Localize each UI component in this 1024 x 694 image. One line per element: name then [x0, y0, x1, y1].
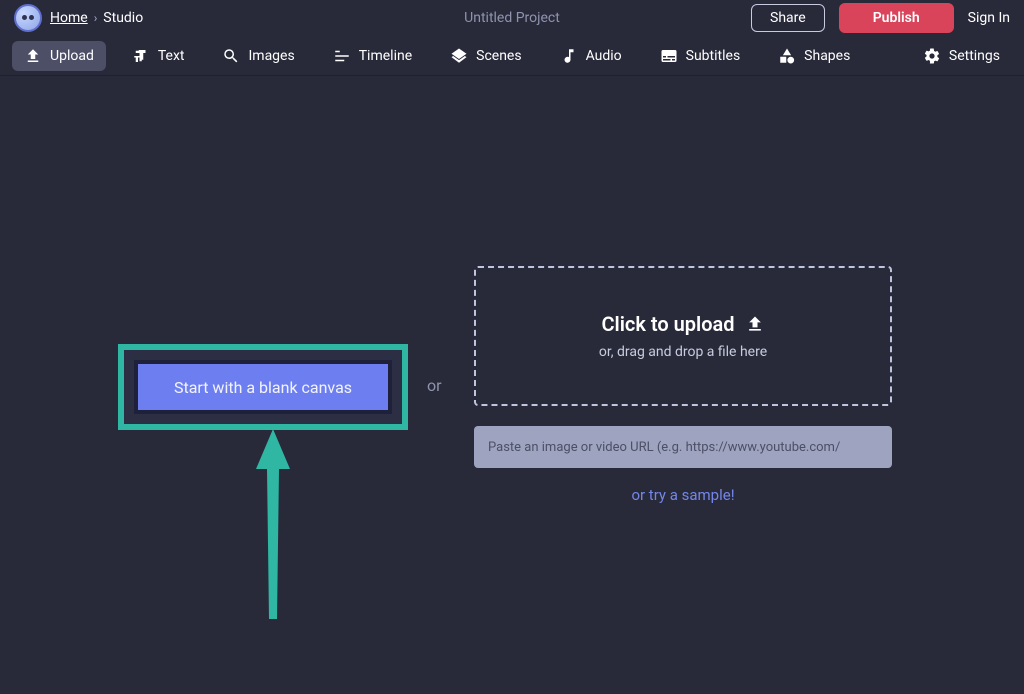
chevron-right-icon: ›	[94, 11, 98, 25]
music-note-icon	[560, 47, 578, 65]
sign-in-link[interactable]: Sign In	[968, 10, 1010, 26]
app-logo[interactable]	[14, 4, 42, 32]
dropzone-title: Click to upload	[601, 312, 734, 336]
tool-text[interactable]: Text	[120, 41, 197, 71]
tool-timeline[interactable]: Timeline	[321, 41, 424, 71]
breadcrumb-current: Studio	[103, 10, 143, 26]
upload-dropzone[interactable]: Click to upload or, drag and drop a file…	[474, 266, 892, 406]
tool-subtitles-label: Subtitles	[686, 48, 741, 64]
top-bar: Home › Studio Untitled Project Share Pub…	[0, 0, 1024, 36]
tool-subtitles[interactable]: Subtitles	[648, 41, 753, 71]
project-title[interactable]: Untitled Project	[464, 10, 560, 26]
toolbar: Upload Text Images Timeline Scenes Audio	[0, 36, 1024, 76]
subtitles-icon	[660, 47, 678, 65]
search-icon	[222, 47, 240, 65]
tool-shapes-label: Shapes	[804, 48, 850, 64]
tool-scenes[interactable]: Scenes	[438, 41, 533, 71]
dropzone-headline: Click to upload	[601, 312, 764, 336]
tool-text-label: Text	[158, 48, 185, 64]
tool-audio[interactable]: Audio	[548, 41, 634, 71]
text-icon	[132, 47, 150, 65]
tool-images[interactable]: Images	[210, 41, 306, 71]
layers-icon	[450, 47, 468, 65]
breadcrumb: Home › Studio	[50, 10, 143, 26]
gear-icon	[923, 47, 941, 65]
or-separator: or	[427, 376, 442, 395]
publish-button[interactable]: Publish	[839, 3, 954, 33]
tool-shapes[interactable]: Shapes	[766, 41, 862, 71]
upload-icon	[745, 314, 765, 334]
tool-upload[interactable]: Upload	[12, 41, 106, 71]
share-button[interactable]: Share	[751, 4, 825, 32]
shapes-icon	[778, 47, 796, 65]
upload-icon	[24, 47, 42, 65]
start-blank-canvas-button[interactable]: Start with a blank canvas	[134, 360, 392, 414]
breadcrumb-home-link[interactable]: Home	[50, 10, 88, 26]
start-blank-canvas-label: Start with a blank canvas	[174, 378, 352, 397]
stage: Start with a blank canvas or Click to up…	[0, 76, 1024, 694]
timeline-icon	[333, 47, 351, 65]
tool-timeline-label: Timeline	[359, 48, 412, 64]
tool-scenes-label: Scenes	[476, 48, 521, 64]
blank-canvas-highlight: Start with a blank canvas	[118, 344, 408, 430]
dropzone-subtext: or, drag and drop a file here	[599, 344, 767, 360]
media-url-input[interactable]	[474, 426, 892, 468]
tool-upload-label: Upload	[50, 48, 94, 64]
annotation-arrow-icon	[256, 429, 290, 619]
tool-settings[interactable]: Settings	[911, 41, 1012, 71]
tool-settings-label: Settings	[949, 48, 1000, 64]
tool-images-label: Images	[248, 48, 294, 64]
top-right-actions: Share Publish Sign In	[751, 3, 1010, 33]
try-sample-link[interactable]: or try a sample!	[474, 486, 892, 504]
tool-audio-label: Audio	[586, 48, 622, 64]
